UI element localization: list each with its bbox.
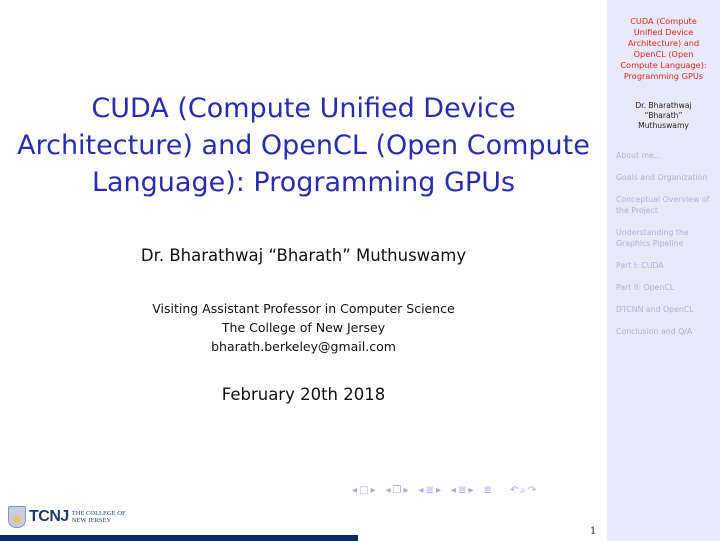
logo-text: THE COLLEGE OF NEW JERSEY [72, 510, 126, 524]
left-arrow-icon[interactable]: ◂ [386, 485, 391, 496]
subsection-icon[interactable]: ❐ [393, 485, 402, 496]
sidebar-title[interactable]: CUDA (Compute Unified Device Architectur… [607, 16, 720, 82]
left-arrow-icon[interactable]: ◂ [419, 485, 424, 496]
logo-line: NEW JERSEY [71, 517, 112, 524]
presentation-icon[interactable]: ≣ [458, 485, 466, 496]
footer-bar [0, 535, 358, 541]
date: February 20th 2018 [221, 385, 386, 404]
institute-email: bharath.berkeley@gmail.com [211, 339, 396, 354]
search-icon[interactable]: ⌕ [520, 485, 526, 496]
nav-subsection-group[interactable]: ◂ ❐ ▸ [386, 485, 409, 496]
logo-line: THE COLLEGE OF [71, 510, 126, 517]
logo-abbrev: TCNJ [29, 508, 69, 525]
sidebar-item-conclusion[interactable]: Conclusion and Q/A [616, 326, 720, 337]
sidebar-item-conceptual-overview[interactable]: Conceptual Overview of the Project [616, 194, 720, 216]
nav-presentation-group[interactable]: ◂ ≣ ▸ [451, 485, 473, 496]
left-arrow-icon[interactable]: ◂ [451, 485, 456, 496]
sidebar-title-line: Unified Device [633, 27, 694, 37]
tcnj-logo: TCNJ THE COLLEGE OF NEW JERSEY [8, 505, 126, 529]
slide-title: CUDA (Compute Unified Device Architectur… [0, 90, 607, 201]
title-line: Architecture) and OpenCL (Open Compute [17, 130, 590, 161]
sidebar-item-goals[interactable]: Goals and Organization [616, 172, 720, 183]
sidebar-item-cuda[interactable]: Part I: CUDA [616, 260, 720, 271]
title-line: Language): Programming GPUs [91, 167, 516, 198]
left-arrow-icon[interactable]: ◂ [352, 485, 357, 496]
sidebar-author-line: “Bharath” [644, 111, 683, 120]
nav-section-group[interactable]: ◂ ≣ ▸ [419, 485, 441, 496]
sidebar-item-about[interactable]: About me... [616, 150, 720, 161]
sidebar-item-dtcnn[interactable]: DTCNN and OpenCL [616, 304, 720, 315]
institute-name: The College of New Jersey [221, 320, 386, 335]
sidebar-title-line: Compute Language): [620, 60, 707, 70]
sidebar-item-opencl[interactable]: Part II: OpenCL [616, 282, 720, 293]
right-arrow-icon[interactable]: ▸ [468, 485, 473, 496]
institute: Visiting Assistant Professor in Computer… [0, 299, 607, 356]
frame-icon[interactable]: □ [359, 485, 368, 496]
sidebar-title-line: CUDA (Compute [630, 16, 697, 26]
title-line: CUDA (Compute Unified Device [91, 93, 516, 124]
sidebar-title-line: OpenCL (Open [633, 49, 694, 59]
section-icon[interactable]: ≣ [426, 485, 434, 496]
sidebar-author-line: Dr. Bharathwaj [635, 101, 692, 110]
beamer-navigation: ◂ □ ▸ ◂ ❐ ▸ ◂ ≣ ▸ ◂ ≣ ▸ ≣ ↶ ⌕ ↷ [352, 482, 546, 498]
right-arrow-icon[interactable]: ▸ [370, 485, 375, 496]
sidebar-title-line: Programming GPUs [623, 71, 704, 81]
slide: CUDA (Compute Unified Device Architectur… [0, 0, 607, 541]
nav-search-group[interactable]: ↶ ⌕ ↷ [510, 485, 536, 496]
right-arrow-icon[interactable]: ▸ [436, 485, 441, 496]
document-icon[interactable]: ≣ [483, 485, 491, 496]
nav-frame-group[interactable]: ◂ □ ▸ [352, 485, 376, 496]
crest-icon [8, 506, 26, 528]
sidebar-item-graphics-pipeline[interactable]: Understanding the Graphics Pipeline [616, 227, 720, 249]
institute-position: Visiting Assistant Professor in Computer… [152, 301, 455, 316]
sidebar: CUDA (Compute Unified Device Architectur… [607, 0, 720, 541]
page-number: 1 [590, 526, 597, 537]
sidebar-nav: About me... Goals and Organization Conce… [616, 150, 720, 348]
sidebar-author-line: Muthuswamy [638, 121, 689, 130]
nav-doc-group[interactable]: ≣ [483, 485, 491, 496]
sidebar-author: Dr. Bharathwaj “Bharath” Muthuswamy [607, 101, 720, 131]
right-arrow-icon[interactable]: ▸ [404, 485, 409, 496]
sidebar-title-line: Architecture) and [627, 38, 700, 48]
forward-icon[interactable]: ↷ [528, 485, 536, 496]
author: Dr. Bharathwaj “Bharath” Muthuswamy [140, 246, 467, 265]
back-icon[interactable]: ↶ [510, 485, 518, 496]
